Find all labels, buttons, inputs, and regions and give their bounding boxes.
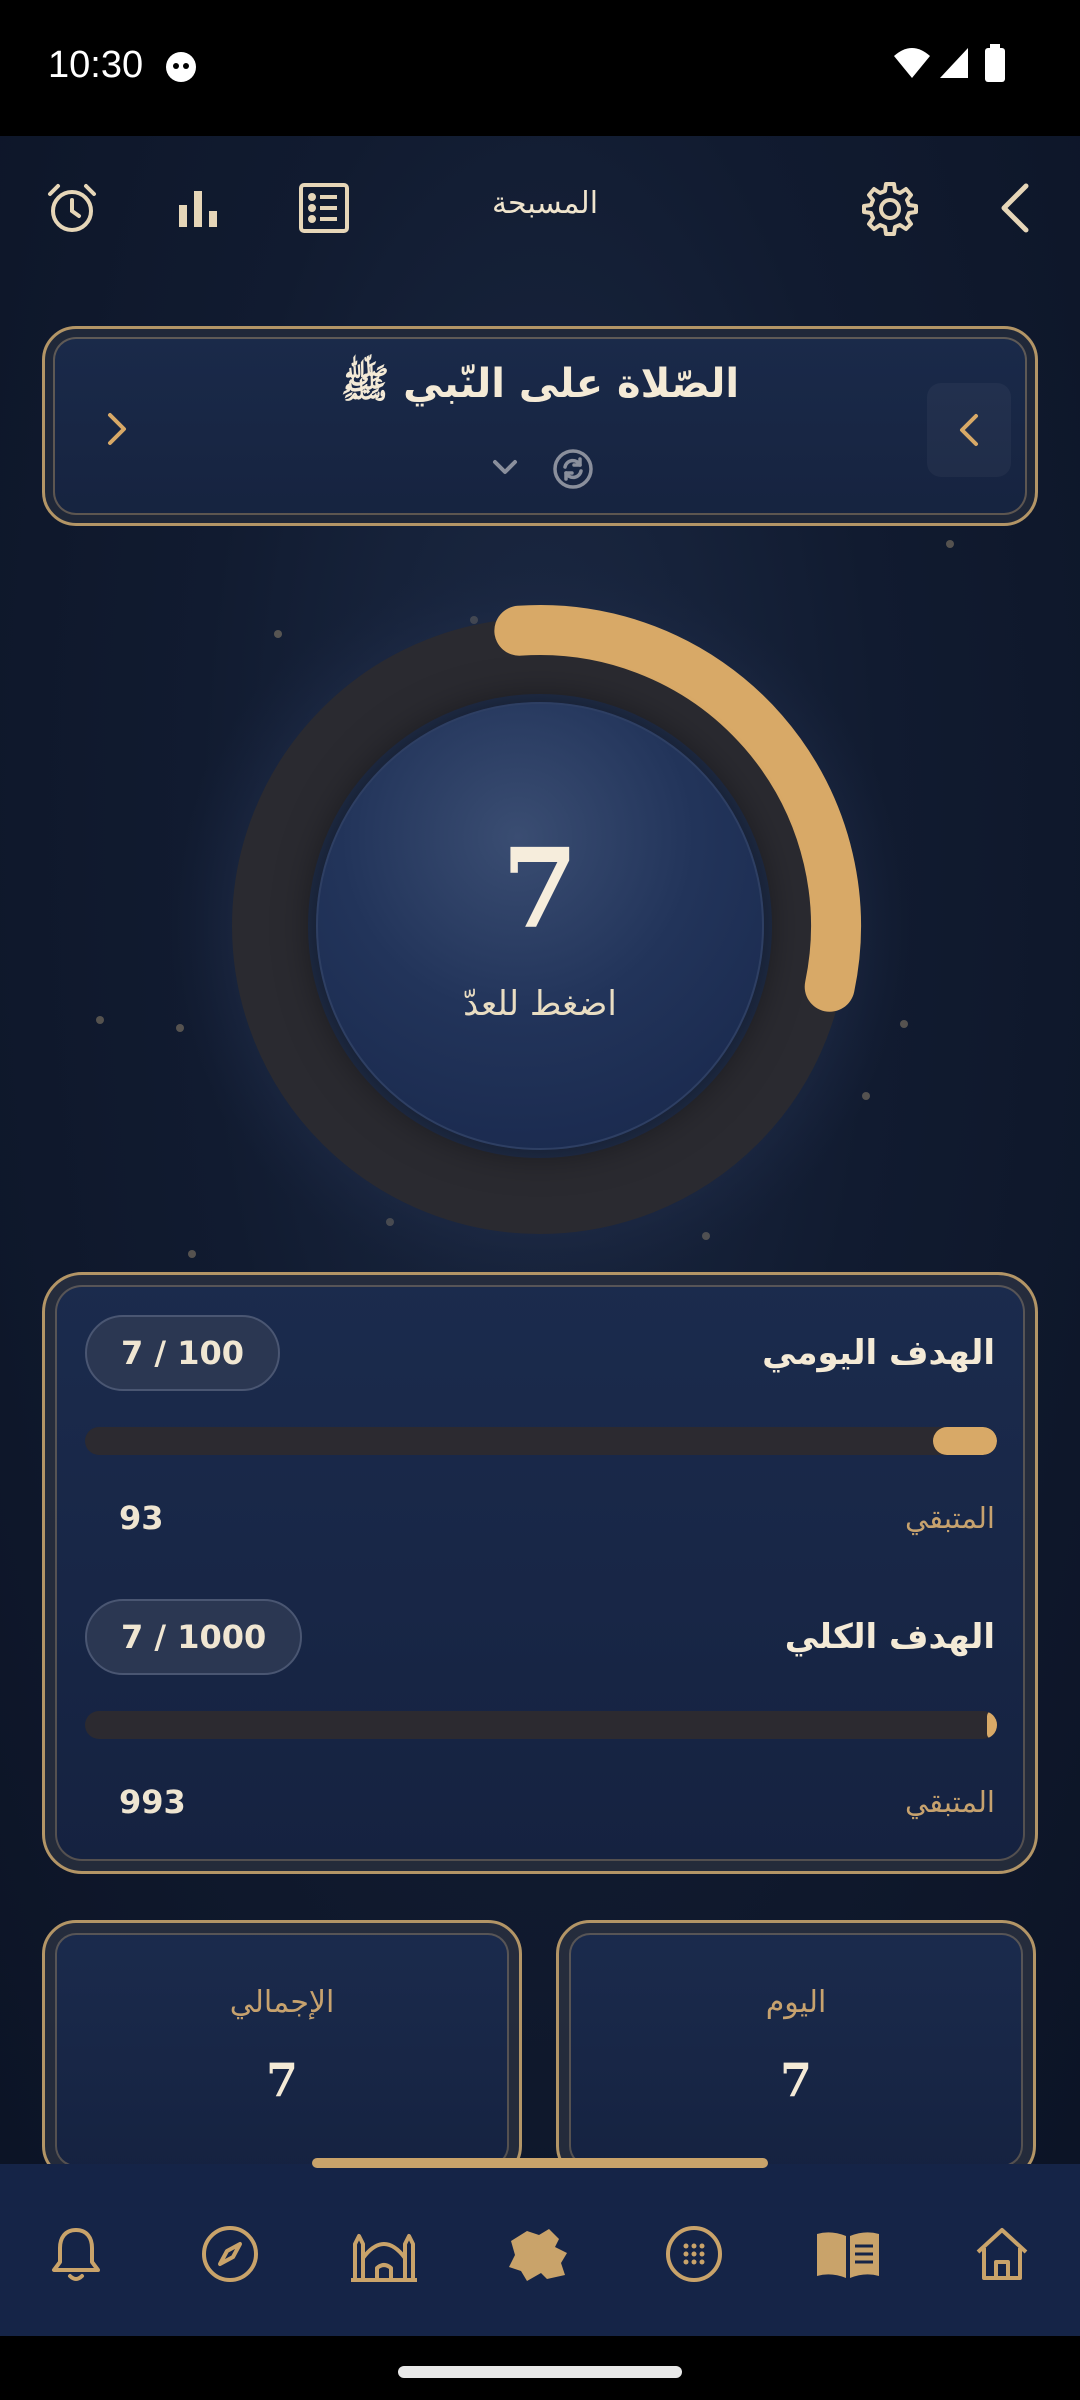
overall-value: 7: [265, 2053, 298, 2107]
star-decoration: [946, 540, 954, 548]
star-decoration: [96, 1016, 104, 1024]
daily-goal-pill[interactable]: 7 / 100: [85, 1315, 281, 1391]
total-remaining-value: 993: [119, 1783, 186, 1821]
map-icon[interactable]: [498, 2214, 578, 2294]
dhikr-text: الصّلاة على النّبي ﷺ: [340, 361, 740, 407]
total-progress-fill: [987, 1711, 997, 1739]
total-goal-title: الهدف الكلي: [784, 1617, 995, 1657]
today-label: اليوم: [765, 1985, 827, 2020]
daily-remaining-value: 93: [119, 1499, 164, 1537]
daily-progress-bar: [85, 1427, 997, 1455]
tap-label: اضغط للعدّ: [463, 984, 617, 1024]
home-icon[interactable]: [962, 2214, 1042, 2294]
tasbih-page: المسبحة الصّلاة على النّبي ﷺ 7 اضغط للعد…: [0, 136, 1080, 2164]
dhikr-selector[interactable]: الصّلاة على النّبي ﷺ: [42, 326, 1038, 526]
bell-icon[interactable]: [36, 2214, 116, 2294]
overall-stat-card: الإجمالي 7: [42, 1920, 522, 2164]
page-title: المسبحة: [491, 186, 599, 221]
list-icon[interactable]: [292, 176, 356, 240]
compass-icon[interactable]: [190, 2214, 270, 2294]
today-value: 7: [779, 2053, 812, 2107]
goals-card: الهدف اليومي 7 / 100 المتبقي 93 الهدف ال…: [42, 1272, 1038, 1874]
status-time: 10:30: [48, 44, 144, 86]
daily-goal-title: الهدف اليومي: [762, 1333, 995, 1373]
wifi-icon: [892, 46, 932, 84]
alarm-icon[interactable]: [40, 176, 104, 240]
count-button[interactable]: 7 اضغط للعدّ: [316, 702, 764, 1150]
daily-remaining-label: المتبقي: [904, 1501, 995, 1535]
system-nav-bar: [0, 2336, 1080, 2400]
chevron-down-icon[interactable]: [485, 447, 525, 495]
daily-progress-fill: [933, 1427, 997, 1455]
battery-icon: [984, 44, 1006, 86]
today-stat-card: اليوم 7: [556, 1920, 1036, 2164]
dhikr-actions: [45, 447, 1035, 495]
count-value: 7: [501, 824, 579, 953]
settings-icon[interactable]: [858, 176, 922, 240]
counter-area: 7 اضغط للعدّ: [160, 546, 920, 1306]
reset-icon[interactable]: [551, 447, 595, 495]
status-bar: 10:30: [0, 0, 1080, 136]
top-bar: المسبحة: [0, 136, 1080, 276]
total-remaining-label: المتبقي: [904, 1785, 995, 1819]
sheet-handle[interactable]: [312, 2158, 768, 2168]
back-icon[interactable]: [984, 176, 1048, 240]
mosque-icon[interactable]: [344, 2214, 424, 2294]
overall-label: الإجمالي: [229, 1985, 335, 2020]
bottom-nav: [0, 2164, 1080, 2336]
total-progress-bar: [85, 1711, 997, 1739]
tasbih-icon[interactable]: [654, 2214, 734, 2294]
total-goal-pill[interactable]: 7 / 1000: [85, 1599, 303, 1675]
notification-icon: [164, 50, 198, 88]
home-gesture-pill[interactable]: [398, 2366, 682, 2378]
quran-icon[interactable]: [808, 2214, 888, 2294]
stats-icon[interactable]: [166, 176, 230, 240]
signal-icon: [938, 46, 970, 84]
